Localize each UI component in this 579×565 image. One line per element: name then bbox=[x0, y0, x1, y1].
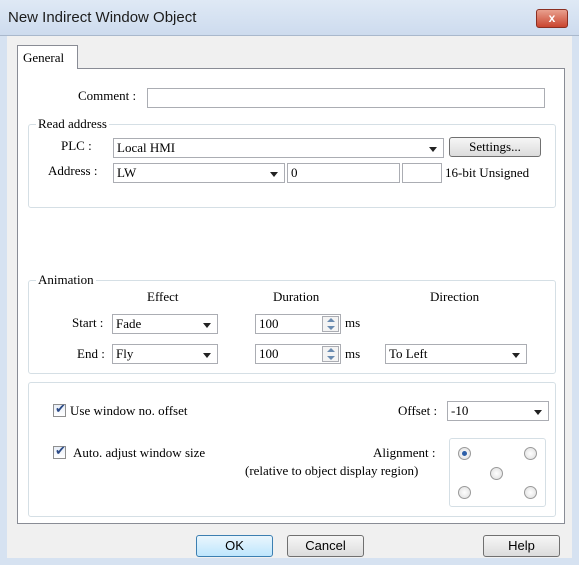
animation-legend: Animation bbox=[36, 272, 96, 288]
plc-label: PLC : bbox=[61, 138, 92, 153]
ok-button[interactable]: OK bbox=[196, 535, 273, 557]
align-bottom-right-radio[interactable] bbox=[524, 486, 537, 499]
end-label: End : bbox=[77, 346, 105, 361]
start-duration-value: 100 bbox=[259, 316, 279, 331]
spin-down-icon bbox=[327, 326, 335, 330]
data-type-label: 16-bit Unsigned bbox=[445, 165, 530, 180]
start-unit-label: ms bbox=[345, 315, 361, 330]
address-input[interactable]: 0 bbox=[287, 163, 400, 183]
align-top-left-radio[interactable] bbox=[458, 447, 471, 460]
cancel-button[interactable]: Cancel bbox=[287, 535, 364, 557]
end-effect-select[interactable]: Fly bbox=[112, 344, 218, 364]
auto-adjust-label: Auto. adjust window size bbox=[73, 445, 206, 460]
chevron-down-icon bbox=[270, 172, 278, 177]
address-device-value: LW bbox=[117, 165, 137, 180]
use-offset-label: Use window no. offset bbox=[70, 403, 188, 418]
chevron-down-icon bbox=[203, 353, 211, 358]
plc-select[interactable]: Local HMI bbox=[113, 138, 444, 158]
end-direction-select[interactable]: To Left bbox=[385, 344, 527, 364]
window-title: New Indirect Window Object bbox=[8, 9, 197, 26]
read-address-legend: Read address bbox=[36, 116, 109, 132]
start-effect-select[interactable]: Fade bbox=[112, 314, 218, 334]
effect-header: Effect bbox=[147, 289, 179, 304]
duration-header: Duration bbox=[273, 289, 320, 304]
address-extra-input[interactable] bbox=[402, 163, 442, 183]
use-offset-checkbox[interactable]: ✔ bbox=[53, 402, 66, 417]
auto-adjust-checkbox[interactable]: ✔ bbox=[53, 444, 66, 459]
end-duration-value: 100 bbox=[259, 346, 279, 361]
address-label: Address : bbox=[48, 163, 98, 178]
start-label: Start : bbox=[72, 315, 104, 330]
align-top-right-radio[interactable] bbox=[524, 447, 537, 460]
end-unit-label: ms bbox=[345, 346, 361, 361]
checkmark-icon: ✔ bbox=[55, 444, 66, 459]
end-duration-spinner[interactable] bbox=[322, 346, 339, 362]
chevron-down-icon bbox=[203, 323, 211, 328]
comment-label: Comment : bbox=[78, 88, 137, 103]
end-direction-value: To Left bbox=[389, 346, 428, 361]
offset-label: Offset : bbox=[398, 403, 438, 418]
alignment-label: Alignment : bbox=[373, 445, 436, 460]
offset-value: -10 bbox=[451, 403, 469, 418]
spin-up-icon bbox=[327, 318, 335, 322]
align-center-radio[interactable] bbox=[490, 467, 503, 480]
tab-general[interactable]: General bbox=[17, 45, 78, 69]
comment-input[interactable] bbox=[147, 88, 545, 108]
chevron-down-icon bbox=[512, 353, 520, 358]
start-duration-spinner[interactable] bbox=[322, 316, 339, 332]
checkmark-icon: ✔ bbox=[55, 402, 66, 417]
address-device-select[interactable]: LW bbox=[113, 163, 285, 183]
start-effect-value: Fade bbox=[116, 316, 142, 331]
close-button[interactable]: x bbox=[536, 9, 568, 28]
chevron-down-icon bbox=[534, 410, 542, 415]
offset-select[interactable]: -10 bbox=[447, 401, 549, 421]
chevron-down-icon bbox=[429, 147, 437, 152]
direction-header: Direction bbox=[430, 289, 480, 304]
alignment-note: (relative to object display region) bbox=[245, 463, 419, 478]
end-effect-value: Fly bbox=[116, 346, 134, 361]
align-bottom-left-radio[interactable] bbox=[458, 486, 471, 499]
spin-down-icon bbox=[327, 356, 335, 360]
settings-button[interactable]: Settings... bbox=[449, 137, 541, 157]
help-button[interactable]: Help bbox=[483, 535, 560, 557]
spin-up-icon bbox=[327, 348, 335, 352]
plc-select-value: Local HMI bbox=[117, 140, 176, 155]
